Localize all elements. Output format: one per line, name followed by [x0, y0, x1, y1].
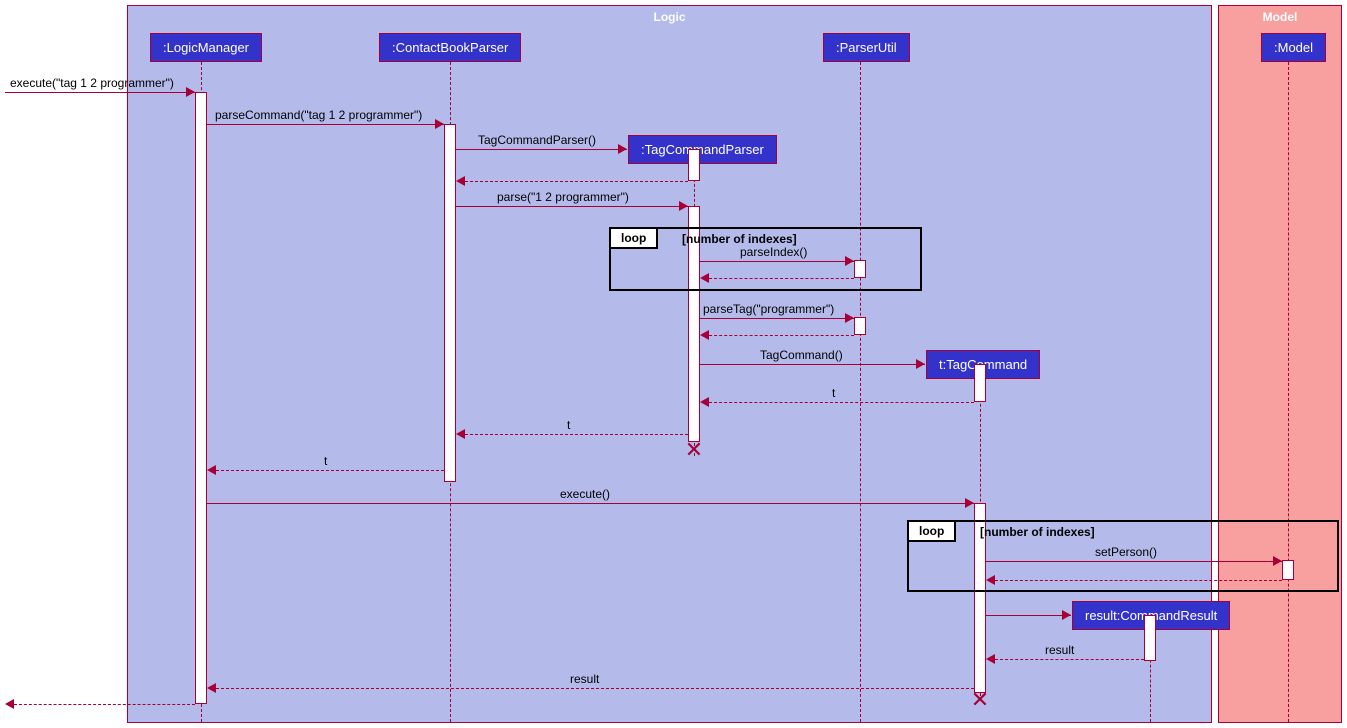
arrow-set-person-ret	[995, 580, 1282, 581]
arrowhead-ret-t3	[207, 465, 216, 475]
msg-ret-t2: t	[567, 418, 570, 432]
msg-exec-entry: execute("tag 1 2 programmer")	[10, 76, 174, 90]
arrowhead-parse	[679, 201, 688, 211]
msg-tcp-ctor: TagCommandParser()	[478, 133, 596, 147]
arrowhead-create-cr	[1062, 610, 1071, 620]
msg-parse-command: parseCommand("tag 1 2 programmer")	[215, 108, 422, 122]
activation-tcp-ctor	[688, 149, 700, 181]
msg-set-person: setPerson()	[1095, 545, 1157, 559]
arrowhead-parse-tag	[845, 313, 854, 323]
arrow-parse-index-ret	[709, 278, 854, 279]
participant-tag-command-parser: :TagCommandParser	[628, 135, 777, 164]
lifeline-model	[1288, 62, 1289, 722]
arrowhead-tag-command-ctor	[916, 359, 925, 369]
arrow-exec-entry	[5, 92, 195, 93]
participant-parser-util: :ParserUtil	[823, 33, 910, 62]
msg-parse-index: parseIndex()	[740, 245, 807, 259]
arrowhead-parse-index	[845, 256, 854, 266]
msg-parse: parse("1 2 programmer")	[497, 190, 629, 204]
model-title: Model	[1219, 6, 1341, 28]
arrowhead-set-person-ret	[986, 575, 995, 585]
arrow-ret-t2	[465, 434, 688, 435]
arrowhead-execute-call	[965, 498, 974, 508]
arrow-ret-t1	[709, 402, 974, 403]
loop-frame-1: loop [number of indexes]	[609, 227, 922, 291]
arrow-ret-result1	[995, 659, 1144, 660]
arrowhead-ret-result1	[986, 654, 995, 664]
arrowhead-parse-command	[435, 119, 444, 129]
arrow-parse-tag	[700, 318, 854, 319]
msg-parse-tag: parseTag("programmer")	[703, 302, 834, 316]
arrowhead-final-ret	[5, 699, 14, 709]
arrowhead-parse-index-ret	[700, 273, 709, 283]
msg-ret-result1: result	[1045, 643, 1074, 657]
arrow-parse-tag-ret	[709, 335, 854, 336]
arrowhead-exec-entry	[186, 87, 195, 97]
arrowhead-ret-t1	[700, 397, 709, 407]
logic-title: Logic	[128, 6, 1211, 28]
loop-tab-1: loop	[611, 229, 658, 249]
msg-ret-result2: result	[570, 672, 599, 686]
participant-logic-manager: :LogicManager	[150, 33, 262, 62]
activation-contact-book-parser	[444, 124, 456, 482]
activation-tagcommand-ctor	[974, 364, 986, 402]
arrow-tcp-ctor-ret	[465, 181, 688, 182]
loop-tab-2: loop	[909, 522, 956, 542]
arrow-set-person	[986, 561, 1282, 562]
arrow-ret-t3	[216, 470, 444, 471]
arrow-ret-result2	[216, 688, 974, 689]
activation-parser-util-2	[854, 317, 866, 335]
participant-model: :Model	[1261, 33, 1326, 62]
msg-execute-call: execute()	[560, 487, 610, 501]
arrowhead-tcp-ctor	[618, 144, 627, 154]
activation-command-result	[1144, 615, 1156, 661]
activation-logic-manager	[195, 92, 207, 704]
arrowhead-tcp-ctor-ret	[456, 176, 465, 186]
arrow-tag-command-ctor	[700, 364, 925, 365]
participant-contact-book-parser: :ContactBookParser	[379, 33, 521, 62]
msg-ret-t3: t	[324, 454, 327, 468]
arrow-create-cr	[986, 615, 1071, 616]
arrowhead-set-person	[1273, 556, 1282, 566]
arrow-parse-command	[207, 124, 444, 125]
loop-cond-1: [number of indexes]	[682, 232, 797, 246]
model-container: Model	[1218, 5, 1342, 723]
destroy-tag-command: ✕	[970, 690, 990, 710]
arrow-execute-call	[207, 503, 974, 504]
destroy-tcp: ✕	[684, 440, 704, 460]
arrowhead-parse-tag-ret	[700, 330, 709, 340]
lifeline-parser-util	[860, 62, 861, 722]
arrowhead-ret-t2	[456, 429, 465, 439]
arrow-tcp-ctor	[456, 149, 627, 150]
msg-ret-t1: t	[832, 386, 835, 400]
arrow-parse	[456, 206, 688, 207]
loop-cond-2: [number of indexes]	[980, 525, 1095, 539]
arrow-parse-index	[700, 261, 854, 262]
arrow-final-ret	[14, 704, 195, 705]
msg-tag-command-ctor: TagCommand()	[760, 348, 843, 362]
arrowhead-ret-result2	[207, 683, 216, 693]
